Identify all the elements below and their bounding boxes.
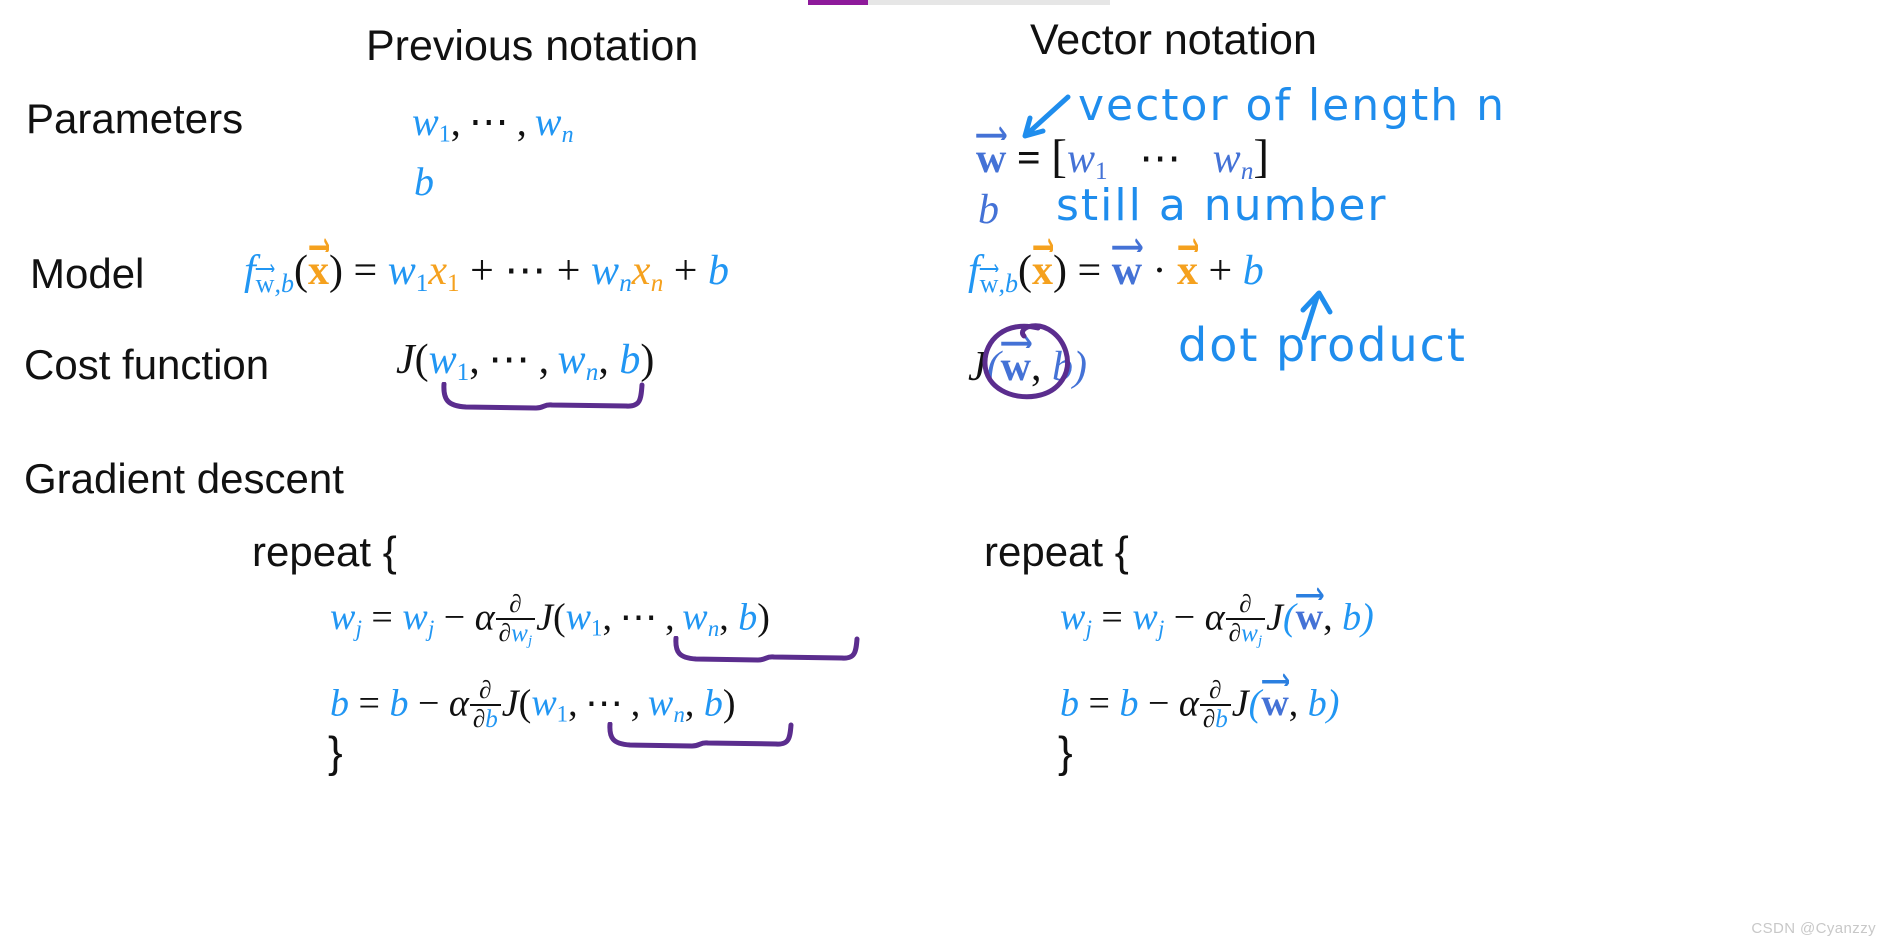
video-progress-fill <box>808 0 869 5</box>
row-label-parameters: Parameters <box>26 95 244 142</box>
annotation-vector-of-length-n: vector of length n <box>1078 80 1507 131</box>
left-gd-w-update: wj = wj − α ∂ ∂wj J(w1, ⋯ , wn, b) <box>330 591 770 649</box>
left-cost-function-equation: J(w1, ⋯ , wn, b) <box>396 337 655 387</box>
watermark: CSDN @Cyanzzy <box>1751 920 1876 937</box>
section-label-gradient-descent: Gradient descent <box>24 455 344 502</box>
left-model-equation: fw ,b(x) = w1x1 + ⋯ + wnxn + b <box>244 238 729 299</box>
right-gd-w-update: wj = wj − α ∂ ∂wj J(w, b) <box>1060 587 1374 649</box>
right-gd-repeat: repeat { <box>984 528 1129 575</box>
heading-vector-notation: Vector notation <box>1030 16 1317 64</box>
heading-previous-notation: Previous notation <box>366 22 699 70</box>
row-label-cost-function: Cost function <box>24 341 270 388</box>
video-progress-track[interactable] <box>808 0 1110 5</box>
right-gd-b-update: b = b − α ∂ ∂b J(w, b) <box>1060 673 1340 733</box>
left-gd-repeat: repeat { <box>252 528 397 575</box>
left-gd-b-update: b = b − α ∂ ∂b J(w1, ⋯ , wn, b) <box>330 677 736 733</box>
slide-canvas: Previous notation Vector notation Parame… <box>0 0 1890 947</box>
right-model-equation: fw ,b(x) = w · x + b <box>968 238 1264 299</box>
right-parameters-b: b <box>978 187 999 233</box>
left-parameters-b: b <box>414 159 434 204</box>
left-gd-close-brace: } <box>328 728 343 777</box>
right-cost-function-equation: J(w, b) <box>968 334 1087 391</box>
right-gd-close-brace: } <box>1058 728 1073 777</box>
annotation-dot-product: dot product <box>1178 318 1467 372</box>
ink-underbrace-left-cost <box>441 382 645 411</box>
row-label-model: Model <box>30 250 145 297</box>
left-parameters-w-list: w1, ⋯ , wn <box>412 99 574 148</box>
annotation-still-a-number: still a number <box>1056 180 1388 231</box>
right-parameters-vector: w = [w1 ⋯ wn] <box>976 126 1269 186</box>
